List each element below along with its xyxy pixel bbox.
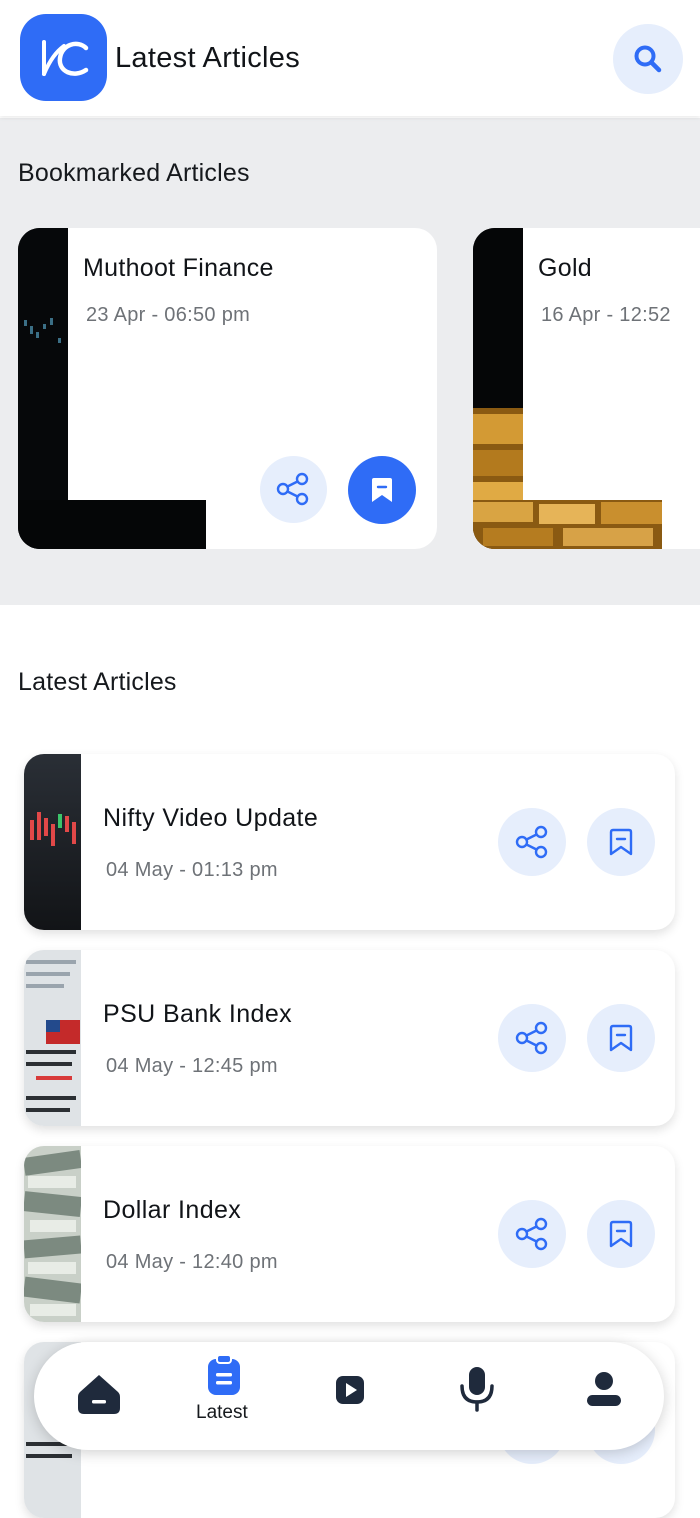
article-date: 04 May - 12:45 pm bbox=[106, 1055, 278, 1077]
article-title: Dollar Index bbox=[103, 1196, 242, 1224]
bookmark-outline-icon bbox=[609, 1024, 633, 1052]
share-icon bbox=[515, 1021, 548, 1055]
bookmark-outline-icon bbox=[609, 1220, 633, 1248]
share-button[interactable] bbox=[260, 456, 327, 523]
nav-latest[interactable]: Latest bbox=[184, 1342, 264, 1450]
app-bar: Latest Articles bbox=[0, 0, 700, 116]
bookmark-button[interactable] bbox=[587, 808, 655, 876]
article-date: 04 May - 12:40 pm bbox=[106, 1251, 278, 1273]
article-list-item[interactable]: Dollar Index 04 May - 12:40 pm bbox=[24, 1146, 675, 1322]
share-button[interactable] bbox=[498, 808, 566, 876]
nav-videos[interactable] bbox=[324, 1342, 376, 1450]
bookmark-outline-icon bbox=[609, 828, 633, 856]
article-title: PSU Bank Index bbox=[103, 1000, 293, 1028]
share-icon bbox=[515, 825, 548, 859]
article-thumbnail bbox=[24, 754, 81, 930]
bookmarked-date: 23 Apr - 06:50 pm bbox=[86, 304, 251, 326]
article-thumbnail bbox=[24, 950, 81, 1126]
kc-logo-icon[interactable] bbox=[20, 14, 107, 101]
home-icon bbox=[78, 1375, 120, 1414]
share-icon bbox=[515, 1217, 548, 1251]
bookmark-button[interactable] bbox=[587, 1200, 655, 1268]
share-icon bbox=[276, 472, 309, 506]
nav-latest-label: Latest bbox=[196, 1402, 248, 1423]
nav-podcast[interactable] bbox=[449, 1342, 505, 1450]
articles-icon bbox=[208, 1354, 240, 1395]
article-date: 04 May - 01:13 pm bbox=[106, 859, 278, 881]
bookmarked-heading: Bookmarked Articles bbox=[18, 159, 250, 187]
latest-heading: Latest Articles bbox=[18, 668, 177, 696]
article-thumbnail-edge bbox=[473, 500, 662, 549]
video-play-icon bbox=[336, 1376, 364, 1404]
article-title: Nifty Video Update bbox=[103, 804, 319, 832]
bookmarked-card[interactable]: Gold 16 Apr - 12:52 bbox=[473, 228, 700, 549]
bookmark-filled-icon bbox=[372, 478, 392, 502]
nav-home[interactable] bbox=[64, 1342, 134, 1450]
search-button[interactable] bbox=[613, 24, 683, 94]
article-list-item[interactable]: Nifty Video Update 04 May - 01:13 pm bbox=[24, 754, 675, 930]
bookmarked-title: Gold bbox=[538, 254, 593, 282]
search-icon bbox=[634, 45, 662, 73]
bookmarked-card[interactable]: Muthoot Finance 23 Apr - 06:50 pm bbox=[18, 228, 437, 549]
profile-icon bbox=[587, 1372, 621, 1406]
article-thumbnail bbox=[24, 1146, 83, 1322]
bookmarked-date: 16 Apr - 12:52 bbox=[541, 304, 671, 326]
article-list-item[interactable]: PSU Bank Index 04 May - 12:45 pm bbox=[24, 950, 675, 1126]
bookmark-button[interactable] bbox=[348, 456, 416, 524]
bookmarked-title: Muthoot Finance bbox=[83, 254, 274, 282]
microphone-icon bbox=[460, 1367, 494, 1412]
article-thumbnail-edge bbox=[18, 500, 206, 549]
share-button[interactable] bbox=[498, 1004, 566, 1072]
nav-profile[interactable] bbox=[574, 1342, 634, 1450]
page-title: Latest Articles bbox=[115, 42, 301, 74]
bookmark-button[interactable] bbox=[587, 1004, 655, 1072]
share-button[interactable] bbox=[498, 1200, 566, 1268]
bottom-navigation: Latest bbox=[34, 1342, 664, 1450]
